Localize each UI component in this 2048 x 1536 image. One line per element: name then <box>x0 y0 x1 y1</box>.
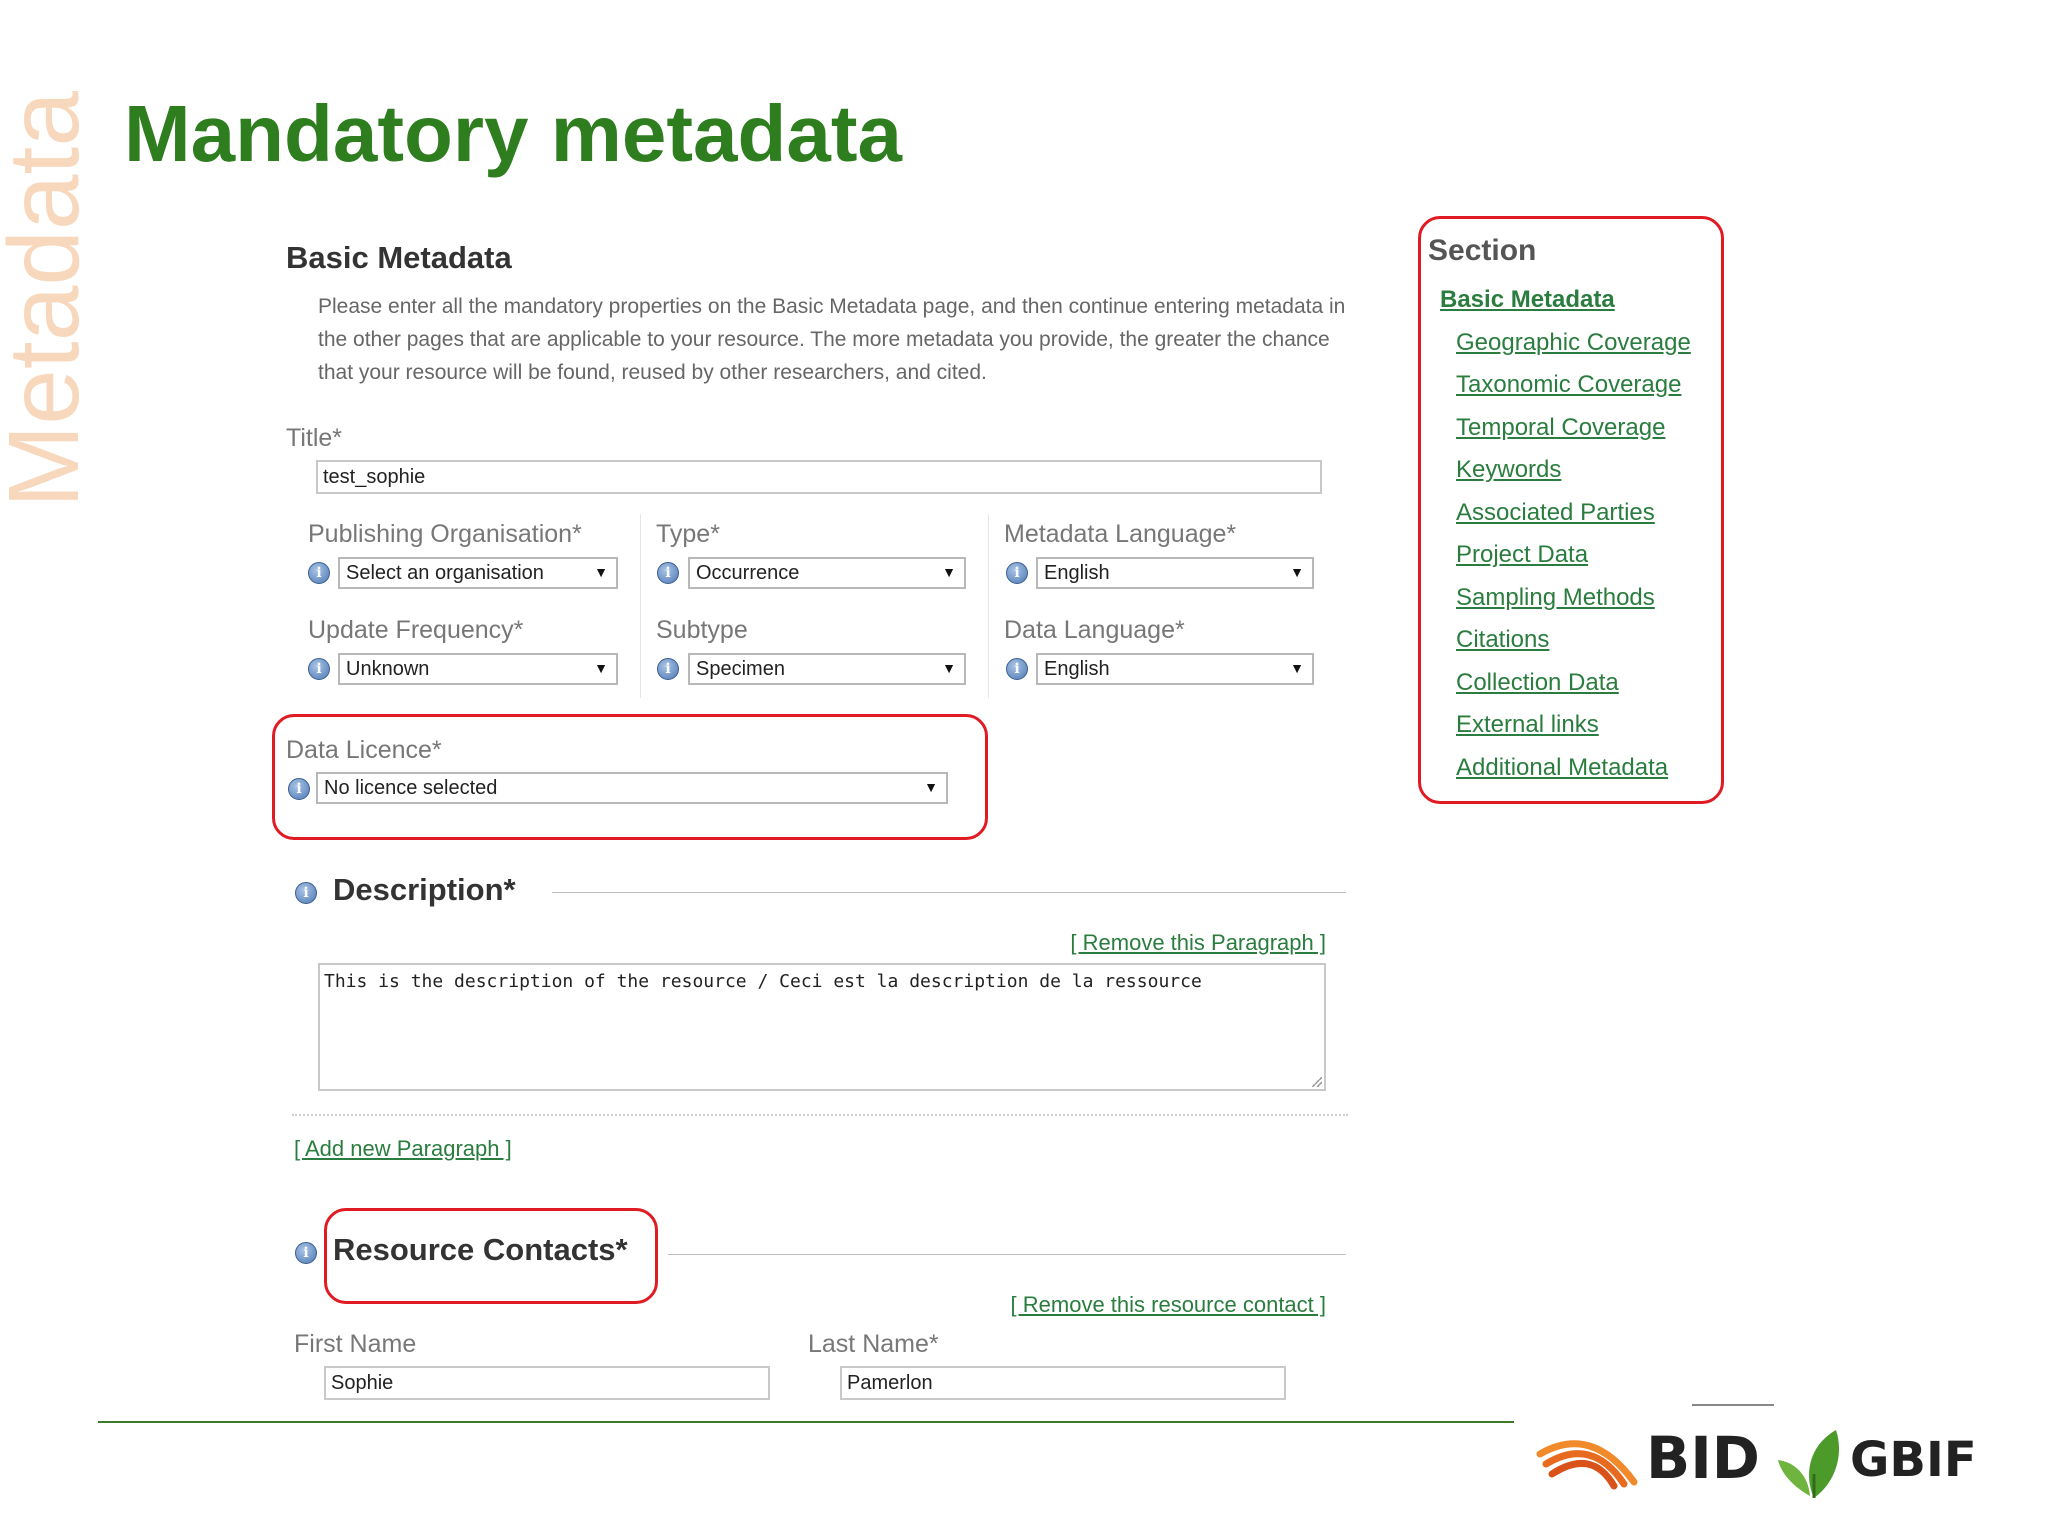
nav-link-citations[interactable]: Citations <box>1456 626 1549 653</box>
update-frequency-label: Update Frequency* <box>308 616 524 644</box>
nav-link-external-links[interactable]: External links <box>1456 711 1599 738</box>
data-language-select[interactable]: English ▼ <box>1036 653 1314 685</box>
description-heading: Description* <box>333 872 516 907</box>
subtype-select[interactable]: Specimen ▼ <box>688 653 966 685</box>
data-language-value: English <box>1044 658 1110 680</box>
info-icon[interactable]: i <box>657 658 679 680</box>
update-frequency-select[interactable]: Unknown ▼ <box>338 653 618 685</box>
contacts-rule <box>668 1254 1346 1255</box>
type-value: Occurrence <box>696 562 800 584</box>
metadata-language-label: Metadata Language* <box>1004 520 1237 548</box>
nav-link-basic-metadata[interactable]: Basic Metadata <box>1440 286 1615 313</box>
column-divider <box>640 514 641 698</box>
info-icon[interactable]: i <box>288 778 310 800</box>
basic-metadata-heading: Basic Metadata <box>286 240 512 275</box>
intro-text: Please enter all the mandatory propertie… <box>318 295 1346 384</box>
side-watermark-word: Metadata <box>0 91 100 508</box>
publishing-org-value: Select an organisation <box>346 562 544 584</box>
dropdown-arrow-icon: ▼ <box>594 660 608 676</box>
description-textarea[interactable]: This is the description of the resource … <box>318 963 1326 1091</box>
slide-title: Mandatory metadata <box>124 89 902 178</box>
dropdown-arrow-icon: ▼ <box>942 660 956 676</box>
footer-mark <box>1692 1404 1774 1406</box>
metadata-language-value: English <box>1044 562 1110 584</box>
description-text: This is the description of the resource … <box>324 971 1202 992</box>
add-paragraph-link[interactable]: [ Add new Paragraph ] <box>294 1136 512 1162</box>
data-language-label: Data Language* <box>1004 616 1185 644</box>
section-nav-heading: Section <box>1428 234 1537 267</box>
update-frequency-value: Unknown <box>346 658 430 680</box>
info-icon[interactable]: i <box>657 562 679 584</box>
section-nav: Basic Metadata Geographic Coverage Taxon… <box>1440 286 1710 796</box>
last-name-label: Last Name* <box>808 1330 939 1358</box>
nav-link-associated-parties[interactable]: Associated Parties <box>1456 499 1655 526</box>
data-licence-value: No licence selected <box>324 777 498 799</box>
footer-rule <box>98 1421 1514 1423</box>
info-icon[interactable]: i <box>1006 658 1028 680</box>
description-rule <box>552 892 1346 893</box>
first-name-input[interactable]: Sophie <box>324 1366 770 1400</box>
nav-link-collection-data[interactable]: Collection Data <box>1456 669 1619 696</box>
dropdown-arrow-icon: ▼ <box>924 779 938 795</box>
type-label: Type* <box>656 520 720 548</box>
dropdown-arrow-icon: ▼ <box>1290 660 1304 676</box>
info-icon[interactable]: i <box>295 882 317 904</box>
info-icon[interactable]: i <box>308 658 330 680</box>
last-name-input[interactable]: Pamerlon <box>840 1366 1286 1400</box>
metadata-language-select[interactable]: English ▼ <box>1036 557 1314 589</box>
resource-contacts-heading: Resource Contacts* <box>333 1232 628 1267</box>
dropdown-arrow-icon: ▼ <box>942 564 956 580</box>
paragraph-divider <box>292 1114 1348 1116</box>
nav-link-geographic-coverage[interactable]: Geographic Coverage <box>1456 329 1691 356</box>
column-divider <box>988 514 989 698</box>
gbif-logo-text: GBIF <box>1850 1432 1977 1488</box>
nav-link-keywords[interactable]: Keywords <box>1456 456 1561 483</box>
resize-handle-icon[interactable] <box>1312 1077 1322 1087</box>
gbif-leaf-icon <box>1778 1430 1840 1498</box>
title-input[interactable]: test_sophie <box>316 460 1322 494</box>
info-icon[interactable]: i <box>295 1242 317 1264</box>
bid-logo-text: BID <box>1646 1424 1760 1492</box>
subtype-value: Specimen <box>696 658 785 680</box>
publishing-org-label: Publishing Organisation* <box>308 520 582 548</box>
nav-link-taxonomic-coverage[interactable]: Taxonomic Coverage <box>1456 371 1681 398</box>
nav-link-temporal-coverage[interactable]: Temporal Coverage <box>1456 414 1665 441</box>
dropdown-arrow-icon: ▼ <box>594 564 608 580</box>
first-name-label: First Name <box>294 1330 417 1358</box>
remove-contact-link[interactable]: [ Remove this resource contact ] <box>1011 1292 1326 1318</box>
nav-link-project-data[interactable]: Project Data <box>1456 541 1588 568</box>
type-select[interactable]: Occurrence ▼ <box>688 557 966 589</box>
nav-link-sampling-methods[interactable]: Sampling Methods <box>1456 584 1655 611</box>
title-label: Title* <box>286 424 343 452</box>
data-licence-select[interactable]: No licence selected ▼ <box>316 772 948 804</box>
nav-link-additional-metadata[interactable]: Additional Metadata <box>1456 754 1668 781</box>
remove-paragraph-link[interactable]: [ Remove this Paragraph ] <box>1070 930 1326 956</box>
subtype-label: Subtype <box>656 616 748 644</box>
info-icon[interactable]: i <box>308 562 330 584</box>
publishing-org-select[interactable]: Select an organisation ▼ <box>338 557 618 589</box>
info-icon[interactable]: i <box>1006 562 1028 584</box>
dropdown-arrow-icon: ▼ <box>1290 564 1304 580</box>
data-licence-label: Data Licence* <box>286 736 442 764</box>
bid-arcs-icon <box>1536 1440 1638 1490</box>
